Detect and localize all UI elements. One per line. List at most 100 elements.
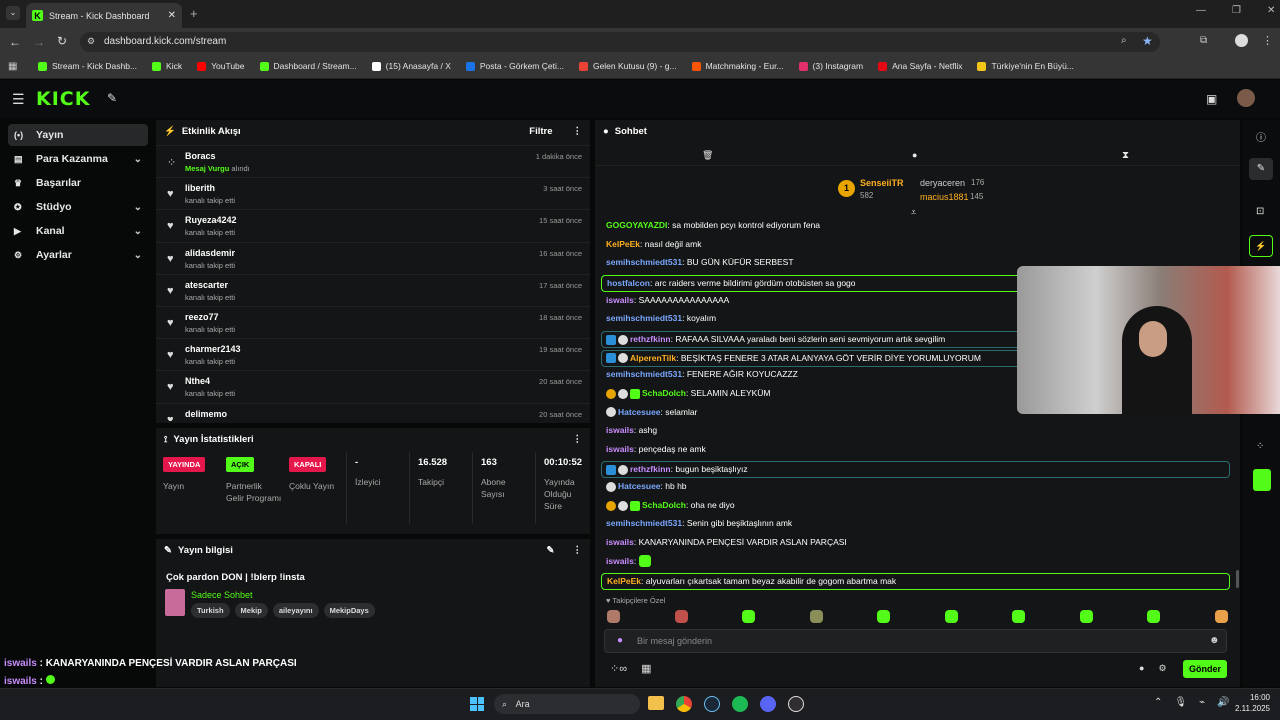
chat-username[interactable]: rethzfkinn: [630, 334, 671, 344]
chat-username[interactable]: iswails: [606, 444, 634, 454]
chat-message[interactable]: Hatcesuee: selamlar: [606, 405, 697, 420]
minimize-icon[interactable]: —: [1196, 5, 1206, 16]
volume-icon[interactable]: 🔊: [1217, 697, 1229, 708]
chat-message[interactable]: iswails: pençedaş ne amk: [606, 442, 706, 457]
chat-message[interactable]: SchaDolch: SELAMIN ALEYKÜM: [606, 386, 771, 401]
hamburger-icon[interactable]: ☰: [12, 91, 25, 108]
chat-message[interactable]: semihschmiedt531: koyalım: [606, 311, 716, 326]
close-window-icon[interactable]: ✕: [1267, 5, 1275, 16]
taskbar-search[interactable]: ⌕ Ara: [494, 694, 640, 714]
chat-message[interactable]: iswails:: [606, 554, 653, 569]
url-field[interactable]: dashboard.kick.com/stream: [80, 32, 1160, 52]
emote-icon[interactable]: [742, 610, 755, 623]
emote-icon[interactable]: [1012, 610, 1025, 623]
sidebar-item-0[interactable]: (•) Yayın: [8, 124, 148, 146]
emote-icon[interactable]: [1147, 610, 1160, 623]
edit-icon[interactable]: ✎: [547, 545, 555, 556]
hourglass-icon[interactable]: ⧗: [1122, 150, 1129, 161]
chat-message[interactable]: SchaDolch: oha ne diyo: [606, 498, 735, 513]
message-icon[interactable]: ●: [912, 150, 917, 160]
chat-username[interactable]: iswails: [606, 425, 634, 435]
extensions-icon[interactable]: ⧉: [1200, 35, 1207, 46]
bookmark-item[interactable]: Türkiye'nin En Büyü...: [977, 61, 1074, 71]
activity-item[interactable]: ⁘ Boracs Mesaj Vurgu alındı 1 dakika önce: [156, 145, 590, 177]
chat-username[interactable]: KelPeEk: [607, 576, 641, 586]
zoom-icon[interactable]: ⌕: [1121, 35, 1127, 46]
pin-icon[interactable]: ✎: [107, 91, 117, 105]
mic-icon[interactable]: ●: [617, 635, 623, 646]
tag-pill[interactable]: Mekip: [234, 603, 268, 618]
store-icon[interactable]: ▦: [641, 662, 651, 675]
activity-item[interactable]: ♥ reezo77 kanalı takip etti 18 saat önce: [156, 306, 590, 338]
tag-pill[interactable]: MekipDays: [323, 603, 375, 618]
chat-scrollbar[interactable]: [1236, 570, 1239, 588]
chat-username[interactable]: GOGOYAYAZDI: [606, 220, 667, 230]
inbox-icon[interactable]: ▣: [1206, 92, 1217, 106]
tray-chevron-icon[interactable]: ⌃: [1154, 697, 1162, 708]
chat-username[interactable]: semihschmiedt531: [606, 369, 682, 379]
chat-message[interactable]: iswails: SAAAAAAAAAAAAAAA: [606, 293, 729, 308]
bookmark-item[interactable]: Stream - Kick Dashb...: [38, 61, 137, 71]
activity-item[interactable]: ♥ delimemo 20 saat önce: [156, 402, 590, 421]
bookmark-item[interactable]: (3) Instagram: [798, 61, 863, 71]
bookmark-item[interactable]: Dashboard / Stream...: [259, 61, 357, 71]
sidebar-item-4[interactable]: ▶ Kanal ⌄: [8, 220, 148, 242]
bookmark-item[interactable]: Ana Sayfa - Netflix: [878, 61, 962, 71]
crop-icon[interactable]: ⊡: [1256, 206, 1264, 217]
chat-username[interactable]: iswails: [606, 537, 634, 547]
pencil-icon[interactable]: ✎: [1249, 158, 1273, 180]
stats-menu-icon[interactable]: ⋮: [573, 434, 583, 445]
nodes-icon[interactable]: ⁘: [1256, 441, 1264, 452]
emote-icon[interactable]: [944, 610, 958, 623]
maximize-icon[interactable]: ❐: [1232, 5, 1241, 16]
chat-username[interactable]: rethzfkinn: [630, 464, 671, 474]
chat-username[interactable]: AlperenTilk: [630, 353, 676, 363]
emote-icon[interactable]: [607, 610, 620, 623]
activity-item[interactable]: ♥ Nthe4 kanalı takip etti 20 saat önce: [156, 370, 590, 402]
info-icon[interactable]: ⓘ: [1256, 129, 1266, 144]
chat-username[interactable]: Hatcesuee: [618, 481, 661, 491]
emote-icon[interactable]: [809, 610, 823, 623]
chat-username[interactable]: SchaDolch: [642, 500, 686, 510]
chat-username[interactable]: iswails: [606, 295, 634, 305]
chat-message[interactable]: semihschmiedt531: FENERE AĞIR KOYUCAZZZ: [606, 367, 798, 382]
chat-username[interactable]: SchaDolch: [642, 388, 686, 398]
chat-message[interactable]: iswails: KANARYANINDA PENÇESİ VARDIR ASL…: [606, 535, 847, 550]
send-button[interactable]: Gönder: [1183, 660, 1227, 678]
chat-message[interactable]: GOGOYAYAZDI: sa mobilden pcyı kontrol ed…: [606, 218, 820, 233]
chat-message[interactable]: KelPeEk: alyuvarları çıkartsak tamam bey…: [601, 573, 1230, 591]
chat-message[interactable]: semihschmiedt531: Senin gibi beşiktaşlın…: [606, 516, 792, 531]
tag-pill[interactable]: aileyayını: [272, 603, 319, 618]
category-name[interactable]: Sadece Sohbet: [191, 590, 253, 600]
activity-item[interactable]: ♥ alidasdemir kanalı takip etti 16 saat önc…: [156, 241, 590, 274]
user-avatar[interactable]: [1237, 89, 1255, 107]
chat-username[interactable]: semihschmiedt531: [606, 313, 682, 323]
activity-menu-icon[interactable]: ⋮: [573, 126, 583, 137]
chat-message[interactable]: Hatcesuee: hb hb: [606, 479, 687, 494]
chat-username[interactable]: iswails: [606, 556, 634, 566]
reload-icon[interactable]: ↻: [57, 34, 67, 48]
bookmark-item[interactable]: Kick: [152, 61, 182, 71]
kick-logo[interactable]: KICK: [36, 88, 90, 110]
chat-input[interactable]: ● Bir mesaj gönderin ☻: [604, 629, 1227, 653]
chat-message[interactable]: iswails: ashg: [606, 423, 657, 438]
discord-icon[interactable]: [760, 696, 776, 712]
bookmark-item[interactable]: YouTube: [197, 61, 245, 71]
start-icon[interactable]: [470, 697, 484, 711]
tab-list-button[interactable]: ⌄: [6, 6, 20, 20]
spotify-icon[interactable]: [732, 696, 748, 712]
apps-icon[interactable]: ▦: [8, 61, 17, 72]
expand-leaderboard-icon[interactable]: ⩡: [911, 207, 916, 218]
bookmark-item[interactable]: Gelen Kutusu (9) - g...: [578, 61, 677, 71]
activity-item[interactable]: ♥ Ruyeza4242 kanalı takip etti 15 saat önce: [156, 209, 590, 241]
sidebar-item-1[interactable]: ▤ Para Kazanma ⌄: [8, 148, 148, 170]
bookmark-star-icon[interactable]: ★: [1142, 34, 1153, 48]
sidebar-item-5[interactable]: ⚙ Ayarlar ⌄: [8, 244, 148, 266]
chat-username[interactable]: semihschmiedt531: [606, 518, 682, 528]
browser-tab[interactable]: K Stream - Kick Dashboard ✕: [26, 3, 182, 28]
new-tab-icon[interactable]: +: [190, 6, 198, 21]
back-icon[interactable]: ←: [9, 35, 21, 49]
chat-message[interactable]: semihschmiedt531: BU GÜN KÜFÜR SERBEST: [606, 255, 794, 270]
chat-message[interactable]: KelPeEk: nasıl değil amk: [606, 237, 701, 252]
filter-button[interactable]: Filtre: [529, 126, 552, 137]
